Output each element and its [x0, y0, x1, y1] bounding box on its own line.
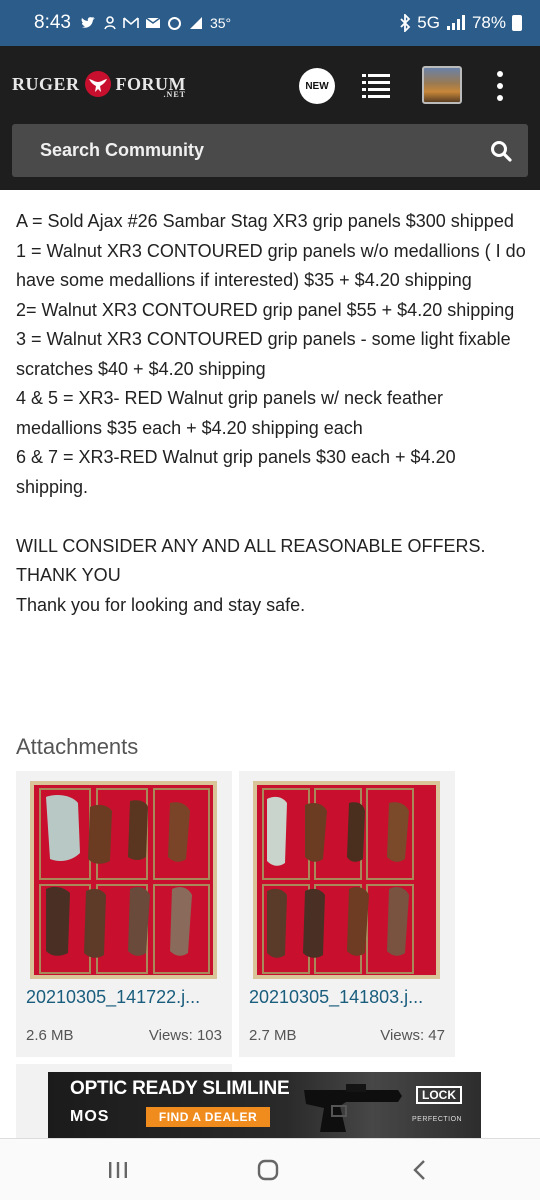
attachment-card[interactable]: 20210305_141803.j... 2.7 MB Views: 47 — [239, 771, 455, 1057]
post-line: 6 & 7 = XR3-RED Walnut grip panels $30 e… — [16, 447, 456, 497]
ad-banner[interactable]: OPTIC READY SLIMLINE MOS FIND A DEALER L… — [48, 1072, 481, 1138]
post-line: A = Sold Ajax #26 Sambar Stag XR3 grip p… — [16, 211, 514, 231]
battery-percent: 78% — [471, 13, 506, 32]
temperature-text: 35° — [209, 15, 232, 31]
ruger-eagle-icon — [84, 71, 111, 97]
list-view-icon — [362, 74, 390, 98]
post-line: THANK YOU — [16, 565, 121, 585]
attachment-size: 2.6 MB — [26, 1027, 74, 1044]
attachments-heading: Attachments — [16, 734, 139, 759]
avatar[interactable] — [422, 66, 462, 104]
attachment-thumbnail[interactable] — [30, 781, 217, 979]
gmail-icon — [123, 17, 139, 28]
attachment-filename[interactable]: 20210305_141803.j... — [249, 987, 449, 1008]
attachment-card[interactable]: 20210305_141722.j... 2.6 MB Views: 103 — [16, 771, 232, 1057]
back-button[interactable] — [400, 1155, 440, 1185]
signal-icon — [446, 15, 465, 30]
navigation-bar — [0, 1138, 540, 1200]
post-line: 1 = Walnut XR3 CONTOURED grip panels w/o… — [16, 240, 526, 291]
sync-icon — [167, 16, 181, 30]
ad-brand-logo: LOCK — [416, 1086, 462, 1104]
system-status: 5G 78% — [399, 13, 522, 33]
more-menu-icon[interactable] — [490, 66, 510, 106]
new-posts-button[interactable]: NEW — [299, 68, 335, 104]
logo-suffix: .NET — [163, 90, 186, 99]
search-input[interactable] — [40, 140, 490, 161]
logo-text-left: RUGER — [12, 73, 80, 94]
post-body: A = Sold Ajax #26 Sambar Stag XR3 grip p… — [16, 207, 526, 620]
weather-icon — [189, 17, 202, 29]
attachment-size: 2.7 MB — [249, 1027, 297, 1044]
battery-icon — [512, 15, 522, 31]
status-bar: 8:43 35° 5G 78% — [0, 0, 540, 46]
back-icon — [413, 1160, 425, 1180]
notification-icons: 35° — [81, 15, 231, 31]
app-header: RUGER FORUM .NET NEW — [0, 46, 540, 190]
recents-button[interactable] — [98, 1155, 138, 1185]
ad-headline: OPTIC READY SLIMLINE — [70, 1078, 290, 1099]
home-icon — [257, 1159, 279, 1181]
attachment-views: Views: 47 — [380, 1027, 445, 1044]
status-time: 8:43 — [34, 12, 71, 33]
pistol-icon — [304, 1084, 402, 1132]
new-label: NEW — [305, 80, 329, 92]
post-line: WILL CONSIDER ANY AND ALL REASONABLE OFF… — [16, 535, 486, 556]
attachment-thumbnail[interactable] — [253, 781, 440, 979]
search-bar[interactable] — [12, 124, 528, 177]
ad-cta-button[interactable]: FIND A DEALER — [146, 1107, 270, 1127]
site-logo[interactable]: RUGER FORUM .NET — [12, 70, 186, 99]
mail-icon — [145, 17, 161, 28]
post-line — [16, 502, 526, 532]
search-icon[interactable] — [490, 140, 512, 162]
post-line: 2= Walnut XR3 CONTOURED grip panel $55 +… — [16, 299, 515, 320]
attachment-views: Views: 103 — [148, 1027, 222, 1044]
bluetooth-icon — [400, 14, 411, 32]
app-notification-icon — [104, 16, 116, 30]
network-type: 5G — [417, 13, 440, 32]
post-line: 3 = Walnut XR3 CONTOURED grip panels - s… — [16, 329, 511, 379]
twitter-icon — [81, 17, 95, 28]
post-line: 4 & 5 = XR3- RED Walnut grip panels w/ n… — [16, 388, 444, 438]
ad-tagline: PERFECTION — [412, 1116, 463, 1123]
post-line: Thank you for looking and stay safe. — [16, 594, 306, 615]
ad-badge: MOS — [70, 1108, 110, 1125]
list-icon[interactable] — [360, 70, 392, 102]
recents-icon — [109, 1162, 127, 1178]
home-button[interactable] — [248, 1155, 288, 1185]
attachment-filename[interactable]: 20210305_141722.j... — [26, 987, 226, 1008]
